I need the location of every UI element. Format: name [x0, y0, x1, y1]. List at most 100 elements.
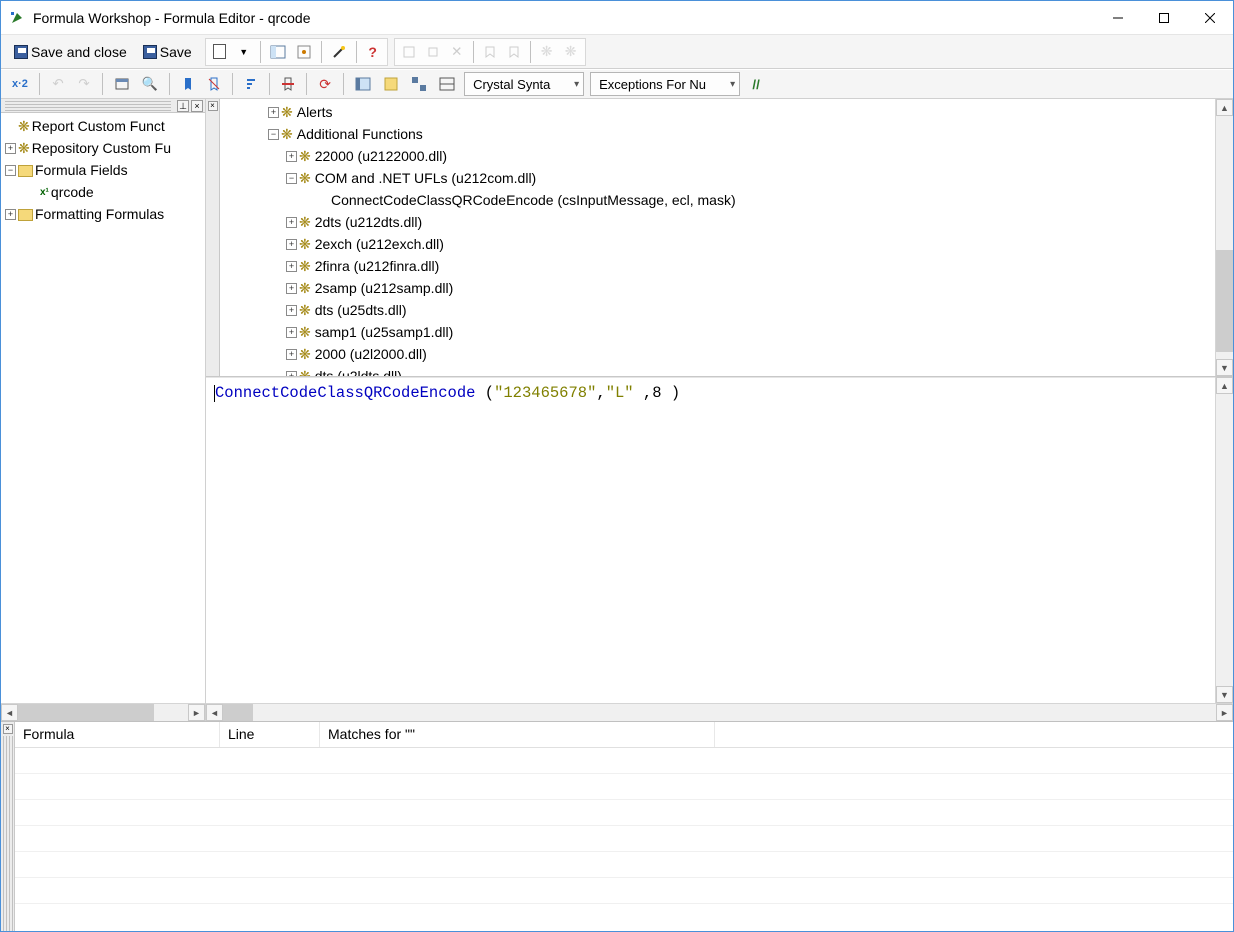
scroll-thumb[interactable] — [1216, 250, 1233, 352]
left-pane: ⊥ × Report Custom Funct+ Repository Cust… — [1, 99, 206, 721]
new-button[interactable] — [208, 39, 232, 65]
col-line[interactable]: Line — [220, 722, 320, 747]
scroll-thumb[interactable] — [18, 704, 154, 721]
tree-item[interactable]: +2dts (u212dts.dll) — [240, 211, 1215, 233]
tree-item[interactable]: qrcode — [1, 181, 205, 203]
tree-twist[interactable]: + — [286, 239, 297, 250]
wand-button[interactable] — [326, 39, 352, 65]
scroll-down-button[interactable]: ▼ — [1216, 686, 1233, 703]
editor-vscroll[interactable]: ▲ ▼ — [1215, 377, 1233, 703]
tree-item-label: Formatting Formulas — [35, 206, 164, 222]
tree-twist[interactable]: + — [5, 143, 16, 154]
show-tree3-button[interactable] — [434, 71, 460, 97]
show-tree2-button[interactable] — [406, 71, 432, 97]
left-hscroll[interactable]: ◄ ► — [1, 703, 205, 721]
tree-twist[interactable]: + — [286, 283, 297, 294]
new-dropdown[interactable]: ▼ — [232, 39, 256, 65]
close-functree-button[interactable]: × — [208, 101, 218, 111]
close-bottom-button[interactable]: × — [3, 724, 13, 734]
tree-item[interactable]: +Alerts — [240, 101, 1215, 123]
tree-twist[interactable]: − — [5, 165, 16, 176]
tree-twist[interactable]: − — [286, 173, 297, 184]
tree-twist[interactable]: + — [286, 327, 297, 338]
left-tree[interactable]: Report Custom Funct+ Repository Custom F… — [1, 113, 205, 703]
scroll-track[interactable] — [1216, 394, 1233, 686]
scroll-right-button[interactable]: ► — [188, 704, 205, 721]
tree-twist[interactable]: + — [286, 217, 297, 228]
clear-button[interactable] — [276, 71, 300, 97]
browse-button[interactable] — [109, 71, 135, 97]
tree-twist[interactable]: + — [286, 371, 297, 377]
minimize-button[interactable] — [1095, 1, 1141, 34]
tree-item[interactable]: +22000 (u2122000.dll) — [240, 145, 1215, 167]
tree-item[interactable]: Report Custom Funct — [1, 115, 205, 137]
maximize-button[interactable] — [1141, 1, 1187, 34]
check-button[interactable]: x·2 — [7, 71, 33, 97]
comment-button[interactable]: // — [744, 71, 768, 97]
close-button[interactable] — [1187, 1, 1233, 34]
show-tree1-button[interactable] — [378, 71, 404, 97]
bookmark-button[interactable] — [176, 71, 200, 97]
close-pane-button[interactable]: × — [191, 100, 203, 112]
tree-twist[interactable]: + — [286, 305, 297, 316]
tree-item[interactable]: +2000 (u2l2000.dll) — [240, 343, 1215, 365]
toggle-panel-button[interactable] — [265, 39, 291, 65]
code-fn: ConnectCodeClassQRCodeEncode — [215, 384, 475, 402]
tree-item[interactable]: + Repository Custom Fu — [1, 137, 205, 159]
tree-item[interactable]: + dts (u2ldts.dll) — [240, 365, 1215, 376]
tree-item[interactable]: +2exch (u212exch.dll) — [240, 233, 1215, 255]
tree-item-label: Additional Functions — [297, 126, 423, 142]
col-matches[interactable]: Matches for "" — [320, 722, 715, 747]
separator — [232, 73, 233, 95]
scroll-up-button[interactable]: ▲ — [1216, 377, 1233, 394]
help-button[interactable]: ? — [361, 39, 385, 65]
bookmark-clear-button[interactable] — [202, 71, 226, 97]
tree-item[interactable]: +dts (u25dts.dll) — [240, 299, 1215, 321]
tree-item[interactable]: ConnectCodeClassQRCodeEncode (csInputMes… — [240, 189, 1215, 211]
grip[interactable] — [3, 736, 13, 931]
scroll-track[interactable] — [223, 704, 1216, 721]
tree-item-label: samp1 (u25samp1.dll) — [315, 324, 454, 340]
scroll-thumb[interactable] — [223, 704, 253, 721]
tree-twist[interactable]: − — [268, 129, 279, 140]
tree-item[interactable]: − Additional Functions — [240, 123, 1215, 145]
tree-item-label: dts (u2ldts.dll) — [315, 368, 402, 376]
col-formula[interactable]: Formula — [15, 722, 220, 747]
undo-button: ↶ — [46, 71, 70, 97]
scroll-track[interactable] — [1216, 116, 1233, 359]
refresh-button[interactable]: ⟳ — [313, 71, 337, 97]
save-button[interactable]: Save — [136, 39, 199, 65]
scroll-right-button[interactable]: ► — [1216, 704, 1233, 721]
tree-item[interactable]: + samp1 (u25samp1.dll) — [240, 321, 1215, 343]
tree-item[interactable]: +2samp (u212samp.dll) — [240, 277, 1215, 299]
sort-asc-button[interactable] — [239, 71, 263, 97]
scroll-down-button[interactable]: ▼ — [1216, 359, 1233, 376]
tree-item[interactable]: +2finra (u212finra.dll) — [240, 255, 1215, 277]
tree-twist[interactable]: + — [286, 151, 297, 162]
tree-item[interactable]: + Formatting Formulas — [1, 203, 205, 225]
show-fields-button[interactable] — [350, 71, 376, 97]
pin-button[interactable]: ⊥ — [177, 100, 189, 112]
tree-item[interactable]: − Formula Fields — [1, 159, 205, 181]
properties-button[interactable] — [291, 39, 317, 65]
separator — [39, 73, 40, 95]
comment-icon: // — [752, 77, 759, 92]
exceptions-combo[interactable]: Exceptions For Nu ▾ — [590, 72, 740, 96]
tree-twist[interactable]: + — [268, 107, 279, 118]
save-and-close-button[interactable]: Save and close — [7, 39, 134, 65]
find-button[interactable]: 🔍 — [137, 71, 163, 97]
scroll-up-button[interactable]: ▲ — [1216, 99, 1233, 116]
tree-twist[interactable]: + — [5, 209, 16, 220]
scroll-left-button[interactable]: ◄ — [1, 704, 18, 721]
tree-item[interactable]: −COM and .NET UFLs (u212com.dll) — [240, 167, 1215, 189]
editor-hscroll[interactable]: ◄ ► — [206, 703, 1233, 721]
functree-vscroll[interactable]: ▲ ▼ — [1215, 99, 1233, 376]
grip[interactable] — [5, 101, 171, 111]
tree-twist[interactable]: + — [286, 349, 297, 360]
syntax-combo[interactable]: Crystal Synta ▾ — [464, 72, 584, 96]
scroll-track[interactable] — [18, 704, 188, 721]
tree-twist[interactable]: + — [286, 261, 297, 272]
scroll-left-button[interactable]: ◄ — [206, 704, 223, 721]
code-editor[interactable]: ConnectCodeClassQRCodeEncode ("123465678… — [206, 377, 1215, 703]
function-tree[interactable]: +Alerts − Additional Functions +22000 (u212… — [220, 99, 1215, 376]
